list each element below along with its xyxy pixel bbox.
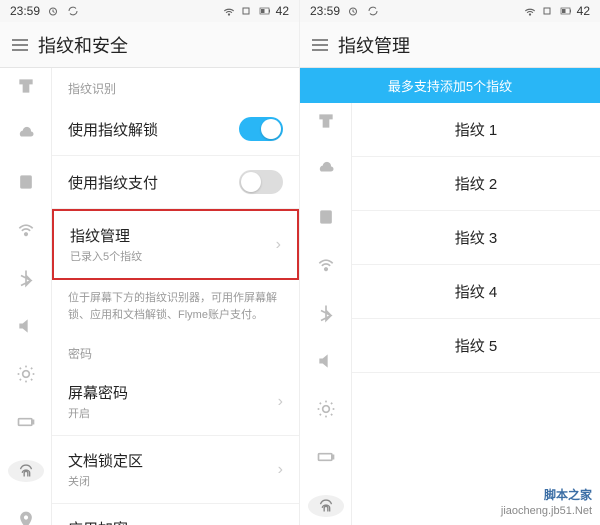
chevron-right-icon: › xyxy=(276,236,281,254)
fingerprint-description: 位于屏幕下方的指纹识别器，可用作屏幕解锁、应用和文档解锁、Flyme账户支付。 xyxy=(52,280,299,333)
personalize-icon[interactable] xyxy=(14,76,38,96)
brightness-icon[interactable] xyxy=(314,399,338,419)
fingerprint-item[interactable]: 指纹 4 xyxy=(352,265,600,319)
sound-icon[interactable] xyxy=(314,351,338,371)
doc-lock-sub: 关闭 xyxy=(68,473,143,489)
pay-label: 使用指纹支付 xyxy=(68,172,158,193)
row-screen-password[interactable]: 屏幕密码 开启 › xyxy=(52,368,299,436)
screen-fingerprint-manage: 23:59 42 xyxy=(300,0,600,525)
max-fingerprint-banner: 最多支持添加5个指纹 xyxy=(300,68,600,103)
brightness-icon[interactable] xyxy=(14,364,38,384)
row-app-encryption[interactable]: 应用加密 关闭 › xyxy=(52,504,299,525)
refresh-icon xyxy=(366,4,380,18)
battery-icon xyxy=(258,4,272,18)
chevron-right-icon: › xyxy=(278,461,283,479)
fingerprint-item[interactable]: 指纹 3 xyxy=(352,211,600,265)
status-time: 23:59 xyxy=(310,4,340,18)
sidebar xyxy=(300,103,352,525)
signal-icon xyxy=(541,4,555,18)
sim-icon[interactable] xyxy=(14,172,38,192)
fingerprint-icon[interactable] xyxy=(8,460,44,482)
cloud-icon[interactable] xyxy=(314,159,338,179)
sim-icon[interactable] xyxy=(314,207,338,227)
refresh-icon xyxy=(66,4,80,18)
chevron-right-icon: › xyxy=(278,393,283,411)
cloud-icon[interactable] xyxy=(14,124,38,144)
section-password-label: 密码 xyxy=(52,333,299,368)
fingerprint-item[interactable]: 指纹 2 xyxy=(352,157,600,211)
wifi-settings-icon[interactable] xyxy=(14,220,38,240)
screen-pwd-title: 屏幕密码 xyxy=(68,382,128,403)
row-fingerprint-manage[interactable]: 指纹管理 已录入5个指纹 › xyxy=(52,209,299,280)
battery-settings-icon[interactable] xyxy=(314,447,338,467)
alarm-icon xyxy=(46,4,60,18)
bluetooth-icon[interactable] xyxy=(314,303,338,323)
status-time: 23:59 xyxy=(10,4,40,18)
wifi-icon xyxy=(523,4,537,18)
watermark-brand: 脚本之家 xyxy=(544,486,592,503)
fingerprint-list: 指纹 1 指纹 2 指纹 3 指纹 4 指纹 5 xyxy=(352,103,600,525)
wifi-settings-icon[interactable] xyxy=(314,255,338,275)
row-fingerprint-unlock[interactable]: 使用指纹解锁 xyxy=(52,103,299,156)
watermark-url: jiaocheng.jb51.Net xyxy=(501,505,592,517)
sound-icon[interactable] xyxy=(14,316,38,336)
battery-percent: 42 xyxy=(577,4,590,18)
section-fingerprint-label: 指纹识别 xyxy=(52,68,299,103)
alarm-icon xyxy=(346,4,360,18)
location-icon[interactable] xyxy=(14,510,38,525)
sidebar xyxy=(0,68,52,525)
wifi-icon xyxy=(222,4,236,18)
app-enc-title: 应用加密 xyxy=(68,518,128,525)
screen-fingerprint-security: 23:59 42 xyxy=(0,0,300,525)
manage-title: 指纹管理 xyxy=(70,225,142,246)
menu-icon[interactable] xyxy=(312,39,328,51)
pay-toggle[interactable] xyxy=(239,170,283,194)
personalize-icon[interactable] xyxy=(314,111,338,131)
signal-icon xyxy=(240,4,254,18)
fingerprint-item[interactable]: 指纹 1 xyxy=(352,103,600,157)
unlock-label: 使用指纹解锁 xyxy=(68,119,158,140)
unlock-toggle[interactable] xyxy=(239,117,283,141)
manage-sub: 已录入5个指纹 xyxy=(70,248,142,264)
page-title: 指纹和安全 xyxy=(38,32,128,58)
row-doc-lock[interactable]: 文档锁定区 关闭 › xyxy=(52,436,299,504)
page-title: 指纹管理 xyxy=(338,32,410,58)
statusbar: 23:59 42 xyxy=(300,0,600,22)
bluetooth-icon[interactable] xyxy=(14,268,38,288)
fingerprint-icon[interactable] xyxy=(308,495,344,517)
menu-icon[interactable] xyxy=(12,39,28,51)
row-fingerprint-pay[interactable]: 使用指纹支付 xyxy=(52,156,299,209)
battery-icon xyxy=(559,4,573,18)
header: 指纹管理 xyxy=(300,22,600,68)
content: 指纹识别 使用指纹解锁 使用指纹支付 指纹管理 已录入5个指纹 › 位于屏幕下方 xyxy=(52,68,299,525)
statusbar: 23:59 42 xyxy=(0,0,299,22)
battery-percent: 42 xyxy=(276,4,289,18)
doc-lock-title: 文档锁定区 xyxy=(68,450,143,471)
header: 指纹和安全 xyxy=(0,22,299,68)
fingerprint-item[interactable]: 指纹 5 xyxy=(352,319,600,373)
battery-settings-icon[interactable] xyxy=(14,412,38,432)
screen-pwd-sub: 开启 xyxy=(68,405,128,421)
